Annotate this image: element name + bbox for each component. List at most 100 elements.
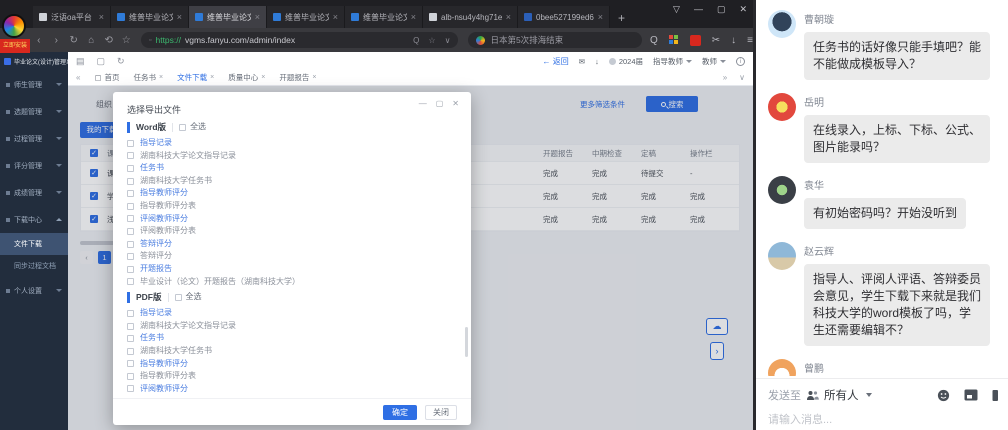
sidebar-item-personal-settings[interactable]: 个人设置 (0, 277, 68, 304)
export-subitem[interactable]: 指导教师评分表 (127, 200, 461, 213)
export-item[interactable]: 任务书 (127, 162, 461, 175)
export-subitem[interactable]: 湖南科技大学任务书 (127, 175, 461, 188)
export-item[interactable]: 指导记录 (127, 137, 461, 150)
sidebar-item-process[interactable]: 过程管理 (0, 125, 68, 152)
tab-quality-center[interactable]: 质量中心× (228, 72, 265, 83)
chat-input[interactable]: 请输入消息... (768, 411, 998, 427)
file-folder-icon[interactable] (964, 389, 978, 401)
checkbox[interactable] (127, 266, 134, 273)
checkbox[interactable] (127, 228, 134, 235)
desktop-app-overlay[interactable]: 立即安装 (0, 14, 30, 56)
forward-icon[interactable]: › (48, 35, 66, 46)
export-item[interactable]: 评阅教师评分 (127, 383, 461, 396)
site-info-icon[interactable]: ▫ (149, 37, 151, 44)
checkbox[interactable] (127, 310, 134, 317)
tab-close-icon[interactable]: × (411, 12, 416, 22)
sidebar-subitem-file-download[interactable]: 文件下载 (0, 233, 68, 255)
toolbar-search-icon[interactable]: Q (650, 35, 658, 46)
scroll-tabs-left-icon[interactable]: « (76, 73, 80, 82)
checkbox[interactable] (127, 360, 134, 367)
browser-tab-0bee[interactable]: 0bee527199ed66× (518, 6, 610, 28)
browser-search-box[interactable]: 日本第5次排海结束 (468, 32, 642, 48)
browser-tab-vgms-4[interactable]: 维普毕业论文(设计× (345, 6, 423, 28)
reload-icon[interactable]: ↻ (65, 35, 83, 46)
confirm-button[interactable]: 确定 (383, 405, 417, 420)
tab-options-icon[interactable]: ∨ (739, 73, 745, 82)
dialog-scrollbar-thumb[interactable] (465, 327, 468, 357)
checkbox[interactable] (127, 190, 134, 197)
refresh-icon[interactable]: ↻ (117, 56, 125, 67)
sidebar-item-topics[interactable]: 选题管理 (0, 98, 68, 125)
back-icon[interactable]: ‹ (30, 35, 48, 46)
export-subitem[interactable]: 指导教师评分表 (127, 370, 461, 383)
url-search-icon[interactable]: Q (413, 36, 419, 45)
install-badge[interactable]: 立即安装 (0, 39, 30, 53)
pdf-select-all[interactable]: 全选 (175, 291, 202, 304)
url-star-icon[interactable]: ☆ (428, 36, 435, 45)
checkbox[interactable] (179, 124, 186, 131)
checkbox[interactable] (127, 165, 134, 172)
sidebar-subitem-sync-docs[interactable]: 同步过程文档 (0, 255, 68, 277)
browser-tab-oa[interactable]: 泛语oa平台× (33, 6, 111, 28)
browser-tab-vgms-1[interactable]: 维普毕业论文(设计× (111, 6, 189, 28)
dialog-close-icon[interactable]: ✕ (452, 99, 459, 108)
export-subitem[interactable]: 湖南科技大学论文指导记录 (127, 150, 461, 163)
search-hotword[interactable]: 日本第5次排海结束 (490, 34, 563, 46)
checkbox[interactable] (127, 323, 134, 330)
tab-close-icon[interactable]: × (506, 12, 511, 22)
fullscreen-icon[interactable]: ▢ (97, 56, 106, 67)
new-tab-button[interactable]: + (618, 11, 625, 25)
checkbox[interactable] (127, 152, 134, 159)
year-dropdown[interactable]: 2024届 (609, 56, 643, 67)
export-item[interactable]: 开题报告 (127, 263, 461, 276)
checkbox[interactable] (127, 335, 134, 342)
url-bar[interactable]: ▫ https:// vgms.fanyu.com/admin/index Q … (141, 32, 458, 48)
export-item[interactable]: 指导教师评分 (127, 187, 461, 200)
export-item[interactable]: 指导记录 (127, 307, 461, 320)
screenshot-scissors-icon[interactable]: ✂ (712, 35, 720, 46)
checkbox[interactable] (127, 253, 134, 260)
checkbox[interactable] (127, 373, 134, 380)
chat-message-list[interactable]: 曹朝璇任务书的话好像只能手填吧？能不能做成模板导入？ 岳明在线录入，上标、下标、… (756, 0, 1008, 376)
redo-icon[interactable]: ⟲ (100, 35, 118, 46)
maximize-button[interactable]: ▢ (717, 4, 726, 15)
checkbox[interactable] (127, 278, 134, 285)
bookmark-star-icon[interactable]: ☆ (118, 35, 136, 46)
scroll-tabs-right-icon[interactable]: » (723, 73, 727, 82)
tab-close-icon[interactable]: × (99, 12, 104, 22)
browser-tab-vgms-3[interactable]: 维普毕业论文(设计× (267, 6, 345, 28)
close-button[interactable]: 关闭 (425, 405, 457, 420)
back-link[interactable]: ← 返回 (543, 56, 569, 67)
export-item[interactable]: 评阅教师评分 (127, 213, 461, 226)
home-icon[interactable]: ⌂ (83, 35, 101, 46)
emoji-icon[interactable] (937, 389, 950, 402)
download-icon[interactable]: ↓ (595, 57, 599, 66)
apps-grid-icon[interactable] (669, 35, 679, 45)
teacher-dropdown[interactable]: 教师 (702, 56, 726, 67)
sidebar-item-teachers[interactable]: 师生管理 (0, 71, 68, 98)
dialog-maximize-icon[interactable]: ▢ (436, 99, 444, 108)
checkbox[interactable] (175, 294, 182, 301)
export-item[interactable]: 答辩评分 (127, 238, 461, 251)
export-subitem[interactable]: 湖南科技大学任务书 (127, 345, 461, 358)
browser-tab-vgms-2-active[interactable]: 维普毕业论文(设计× (189, 6, 267, 28)
tab-task-book[interactable]: 任务书× (134, 72, 164, 83)
tab-close-icon[interactable]: × (210, 74, 214, 81)
checkbox[interactable] (127, 215, 134, 222)
pin-icon[interactable]: ▽ (673, 4, 680, 15)
role-dropdown[interactable]: 指导教师 (653, 56, 692, 67)
mail-icon[interactable]: ✉ (579, 57, 585, 66)
rainbow-app-logo-icon[interactable] (2, 14, 26, 38)
info-icon[interactable]: i (736, 57, 745, 66)
url-dropdown-icon[interactable]: ∨ (445, 36, 451, 45)
tab-proposal-report[interactable]: 开题报告× (279, 72, 316, 83)
export-subitem[interactable]: 评阅教师评分表 (127, 395, 461, 396)
audience-dropdown[interactable]: 所有人 (824, 387, 859, 403)
checkbox[interactable] (127, 203, 134, 210)
tab-close-icon[interactable]: × (177, 12, 182, 22)
export-subitem[interactable]: 湖南科技大学论文指导记录 (127, 320, 461, 333)
chevron-down-icon[interactable] (866, 393, 872, 397)
export-subitem[interactable]: 答辩评分 (127, 250, 461, 263)
checkbox[interactable] (127, 241, 134, 248)
tab-file-download-active[interactable]: 文件下载× (177, 72, 214, 83)
